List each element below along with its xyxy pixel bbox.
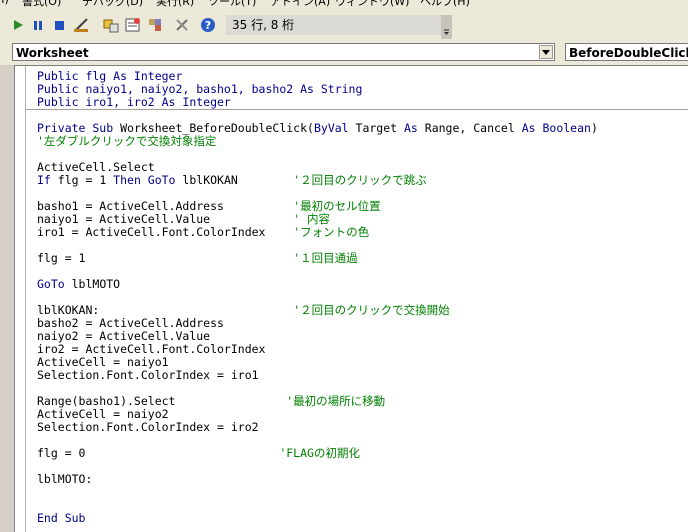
code-comment: '最初の場所に移動 [286, 394, 386, 408]
menu-item[interactable]: ヘルプ(H) [420, 0, 470, 9]
code-token: iro2 = ActiveCell.Font.ColorIndex [37, 342, 266, 356]
code-keyword: GoTo [37, 277, 72, 291]
code-token: flg = 0 [37, 446, 280, 460]
code-token: flg = 1 [37, 251, 294, 265]
code-line[interactable]: Public iro1, iro2 As Integer [37, 96, 598, 109]
code-keyword: Then GoTo [113, 173, 183, 187]
menu-item[interactable]: 書式(O) [22, 0, 61, 9]
project-explorer-icon[interactable] [103, 17, 119, 33]
window-left-frame [0, 65, 14, 531]
code-comment: 'フォントの色 [293, 225, 370, 239]
help-icon[interactable]: ? [200, 17, 216, 33]
code-keyword: ByVal [313, 121, 356, 135]
code-token: ActiveCell = naiyo2 [37, 407, 169, 421]
code-line[interactable] [37, 460, 598, 473]
code-keyword: As Boolean [521, 121, 591, 135]
code-line[interactable]: End Sub [37, 512, 598, 525]
object-browser-icon[interactable] [147, 17, 163, 33]
code-line[interactable]: flg = 0 'FLAGの初期化 [37, 447, 598, 460]
code-keyword: Public flg As Integer [37, 69, 183, 83]
code-line[interactable]: If flg = 1 Then GoTo lblKOKAN '２回目のクリックで… [37, 174, 598, 187]
cursor-position-indicator: 35 行, 8 桁 [226, 15, 441, 35]
code-line[interactable] [37, 486, 598, 499]
code-token: Range, Cancel [424, 121, 522, 135]
code-token: Selection.Font.ColorIndex = iro1 [37, 368, 259, 382]
code-token: lblKOKAN [182, 173, 294, 187]
code-comment: '２回目のクリックで跳ぶ [293, 173, 427, 187]
procedure-dropdown[interactable]: BeforeDoubleClick [565, 43, 688, 61]
code-token: basho2 = ActiveCell.Address [37, 316, 224, 330]
procedure-dropdown-value: BeforeDoubleClick [569, 46, 688, 60]
code-editor[interactable]: Public flg As Integer Public naiyo1, naiy… [14, 65, 688, 532]
code-line[interactable] [37, 265, 598, 278]
code-keyword: Private Sub [37, 121, 121, 135]
margin-indicator-bar[interactable] [15, 66, 26, 532]
toolbox-icon[interactable] [174, 17, 190, 33]
code-token: Range(basho1).Select [37, 394, 287, 408]
code-keyword: As [403, 121, 425, 135]
code-comment: '左ダブルクリックで交換対象指定 [37, 134, 217, 148]
code-keyword: Public naiyo1, naiyo2, basho1, basho2 As… [37, 82, 363, 96]
code-text[interactable]: Public flg As Integer Public naiyo1, naiy… [37, 70, 598, 525]
menu-item[interactable]: 実行(R) [156, 0, 194, 9]
code-keyword: End Sub [37, 511, 86, 525]
code-token: Target [355, 121, 404, 135]
code-keyword: Public iro1, iro2 As Integer [37, 95, 231, 109]
code-line[interactable] [37, 499, 598, 512]
code-line[interactable]: lblMOTO: [37, 473, 598, 486]
code-token: lblMOTO: [37, 472, 93, 486]
properties-icon[interactable] [125, 17, 141, 33]
menu-item[interactable]: アドイン(A) [270, 0, 330, 9]
code-comment: ' 内容 [293, 212, 331, 226]
code-token: naiyo1 = ActiveCell.Value [37, 212, 294, 226]
code-token: lblMOTO [71, 277, 121, 291]
pause-icon[interactable] [30, 17, 46, 33]
code-line[interactable]: GoTo lblMOTO [37, 278, 598, 291]
menu-item[interactable]: ツール(T) [208, 0, 256, 9]
code-comment: '１回目通過 [293, 251, 358, 265]
svg-text:?: ? [205, 19, 211, 32]
code-comment: 'FLAGの初期化 [279, 446, 360, 460]
menu-item[interactable]: (I) [0, 0, 9, 6]
code-token: ActiveCell.Select [37, 160, 155, 174]
code-token: basho1 = ActiveCell.Address [37, 199, 294, 213]
code-line[interactable]: iro1 = ActiveCell.Font.ColorIndex 'フォントの… [37, 226, 598, 239]
object-dropdown[interactable]: Worksheet [12, 43, 555, 61]
code-selector-bar: Worksheet BeforeDoubleClick [0, 41, 688, 65]
code-comment: '２回目のクリックで交換開始 [293, 303, 450, 317]
menu-item[interactable]: ウィンドウ(W) [335, 0, 409, 9]
code-line[interactable]: Selection.Font.ColorIndex = iro1 [37, 369, 598, 382]
code-line[interactable]: '左ダブルクリックで交換対象指定 [37, 135, 598, 148]
toolbar: ? 35 行, 8 桁 [0, 9, 688, 42]
code-comment: '最初のセル位置 [293, 199, 381, 213]
run-icon[interactable] [10, 17, 26, 33]
object-dropdown-value: Worksheet [16, 46, 89, 60]
stop-icon[interactable] [51, 17, 67, 33]
toolbar-overflow-handle[interactable] [441, 15, 452, 39]
code-token: flg = 1 [57, 173, 114, 187]
code-token: ActiveCell = naiyo1 [37, 355, 169, 369]
code-token: Worksheet_BeforeDoubleClick( [120, 121, 314, 135]
code-token: Selection.Font.ColorIndex = iro2 [37, 420, 259, 434]
chevron-down-icon[interactable] [539, 45, 553, 59]
design-mode-icon[interactable] [73, 17, 89, 33]
menu-bar: (I) 書式(O) デバッグ(D) 実行(R) ツール(T) アドイン(A) ウィンドウ(W… [0, 0, 688, 9]
code-keyword: If [37, 173, 58, 187]
code-line[interactable]: flg = 1 '１回目通過 [37, 252, 598, 265]
code-line[interactable]: Selection.Font.ColorIndex = iro2 [37, 421, 598, 434]
code-token: iro1 = ActiveCell.Font.ColorIndex [37, 225, 294, 239]
code-token: lblKOKAN: [37, 303, 294, 317]
menu-item[interactable]: デバッグ(D) [82, 0, 143, 9]
code-token: ) [590, 121, 598, 135]
code-token: naiyo2 = ActiveCell.Value [37, 329, 211, 343]
